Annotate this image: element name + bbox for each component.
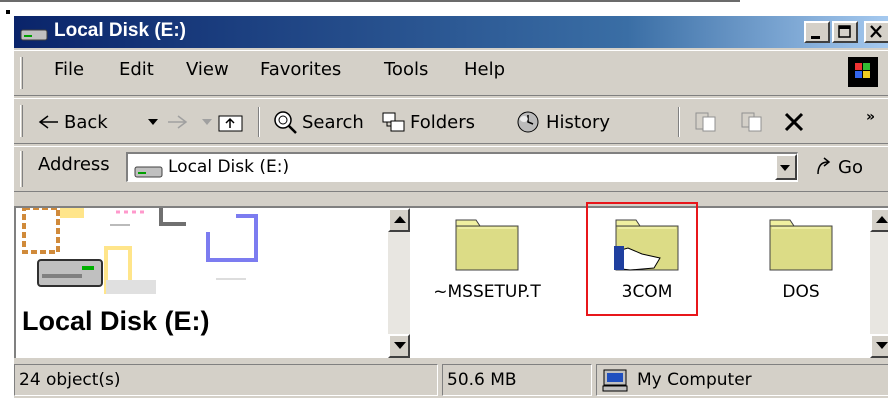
file-item[interactable]: DOS bbox=[726, 208, 876, 338]
menu-grip[interactable] bbox=[20, 57, 23, 89]
content-area: Local Disk (E:) ~MSSETUP.T 3COM DOS bbox=[14, 202, 888, 358]
history-label: History bbox=[546, 111, 611, 133]
move-to-button[interactable] bbox=[694, 99, 722, 145]
move-to-icon bbox=[695, 112, 716, 132]
folder-icon bbox=[769, 219, 833, 271]
search-icon bbox=[274, 111, 297, 134]
left-info-pane: Local Disk (E:) bbox=[16, 208, 388, 358]
disk-size: 50.6 MB bbox=[447, 370, 517, 390]
minimize-button[interactable] bbox=[804, 21, 830, 43]
back-arrow-icon bbox=[38, 115, 58, 129]
windows-logo-icon bbox=[848, 57, 878, 92]
search-button[interactable]: Search bbox=[272, 99, 364, 145]
scroll-up-button[interactable] bbox=[388, 208, 410, 232]
pane-title: Local Disk (E:) bbox=[22, 306, 210, 336]
address-bar: Address Local Disk (E:) Go bbox=[14, 146, 888, 192]
address-grip[interactable] bbox=[20, 151, 23, 187]
up-folder-button[interactable] bbox=[218, 99, 248, 145]
menu-help[interactable]: Help bbox=[464, 59, 505, 80]
folder-icon bbox=[455, 219, 519, 271]
go-arrow-icon bbox=[817, 157, 831, 175]
selection-highlight-box bbox=[586, 202, 698, 316]
address-label: Address bbox=[38, 154, 110, 175]
forward-dropdown-icon[interactable] bbox=[202, 119, 212, 125]
back-dropdown-icon[interactable] bbox=[148, 119, 158, 125]
my-computer-icon bbox=[602, 369, 628, 392]
up-folder-icon bbox=[218, 115, 243, 132]
copy-to-icon bbox=[741, 112, 762, 132]
maximize-button[interactable] bbox=[832, 21, 858, 43]
menu-file[interactable]: File bbox=[54, 59, 84, 80]
toolbar-separator bbox=[258, 107, 260, 137]
status-size-panel: 50.6 MB bbox=[442, 364, 592, 396]
file-list-scrollbar[interactable] bbox=[870, 208, 888, 358]
file-name: DOS bbox=[782, 282, 820, 302]
status-bar: 24 object(s) 50.6 MB My Computer bbox=[14, 360, 888, 398]
file-name: ~MSSETUP.T bbox=[433, 282, 541, 302]
copy-to-button[interactable] bbox=[740, 99, 768, 145]
history-button[interactable]: History bbox=[514, 99, 610, 145]
toolbar-chevron-icon[interactable]: » bbox=[866, 109, 875, 125]
search-label: Search bbox=[302, 111, 364, 133]
list-scroll-up-button[interactable] bbox=[870, 208, 888, 232]
address-value: Local Disk (E:) bbox=[168, 157, 290, 177]
toolbar-grip[interactable] bbox=[20, 105, 23, 137]
top-dot bbox=[6, 10, 10, 14]
window-title: Local Disk (E:) bbox=[54, 20, 186, 41]
address-input[interactable]: Local Disk (E:) bbox=[126, 152, 798, 182]
menu-favorites[interactable]: Favorites bbox=[260, 59, 341, 80]
delete-button[interactable] bbox=[782, 99, 810, 145]
status-objects-panel: 24 object(s) bbox=[14, 364, 438, 396]
toolbar-separator-2 bbox=[678, 107, 680, 137]
address-dropdown-button[interactable] bbox=[775, 154, 797, 180]
go-button[interactable]: Go bbox=[814, 152, 863, 182]
delete-icon bbox=[784, 112, 804, 132]
forward-arrow-icon bbox=[168, 115, 188, 129]
menu-view[interactable]: View bbox=[186, 59, 229, 80]
back-button[interactable]: Back bbox=[38, 99, 108, 145]
drive-icon bbox=[20, 25, 48, 47]
go-label: Go bbox=[838, 156, 863, 178]
back-label: Back bbox=[64, 111, 108, 133]
folders-label: Folders bbox=[410, 111, 476, 133]
scroll-down-button[interactable] bbox=[388, 334, 410, 358]
status-zone-panel: My Computer bbox=[596, 364, 888, 396]
zone-label: My Computer bbox=[637, 370, 752, 390]
folders-icon bbox=[382, 112, 405, 132]
menu-bar: File Edit View Favorites Tools Help bbox=[14, 50, 888, 96]
top-divider-line bbox=[0, 0, 740, 2]
explorer-window: Local Disk (E:) File Edit View Favorites… bbox=[12, 14, 888, 398]
file-item[interactable]: ~MSSETUP.T bbox=[412, 208, 562, 338]
menu-tools[interactable]: Tools bbox=[384, 59, 428, 80]
menu-edit[interactable]: Edit bbox=[119, 59, 154, 80]
title-bar[interactable]: Local Disk (E:) bbox=[14, 16, 888, 48]
folders-button[interactable]: Folders bbox=[382, 99, 475, 145]
webview-decoration bbox=[22, 208, 258, 294]
left-pane-scrollbar[interactable] bbox=[388, 208, 410, 358]
list-scroll-down-button[interactable] bbox=[870, 334, 888, 358]
standard-toolbar: Back Search Folders History » bbox=[14, 98, 888, 144]
close-button[interactable] bbox=[864, 21, 888, 43]
history-icon bbox=[517, 111, 539, 133]
drive-icon bbox=[134, 162, 164, 184]
object-count: 24 object(s) bbox=[19, 370, 121, 390]
forward-button[interactable] bbox=[166, 99, 192, 145]
